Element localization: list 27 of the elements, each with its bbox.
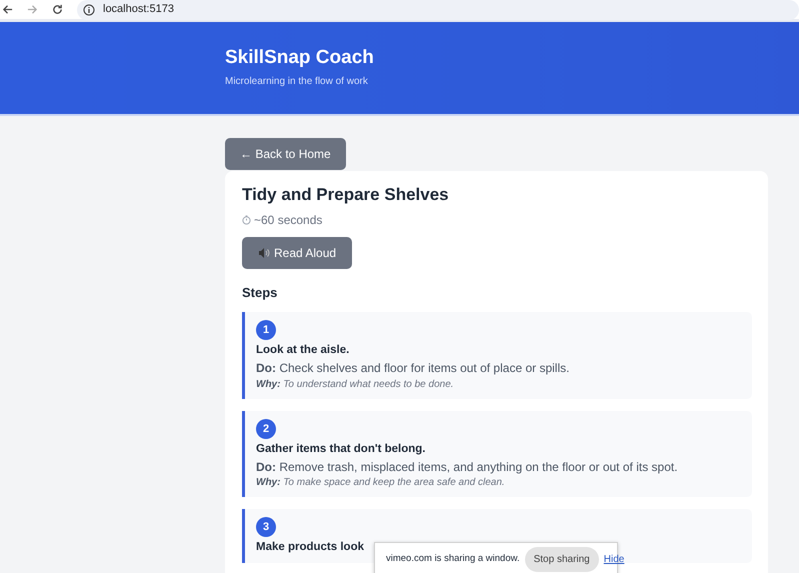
url-text: localhost:5173 <box>103 2 174 18</box>
info-icon[interactable] <box>83 4 95 16</box>
step-number: 3 <box>256 517 276 538</box>
back-arrow-icon[interactable] <box>2 4 13 15</box>
stopwatch-icon <box>242 215 251 226</box>
app-subtitle: Microlearning in the flow of work <box>225 74 369 89</box>
stop-sharing-button[interactable]: Stop sharing <box>524 546 599 572</box>
step-instruction: Do: Check shelves and floor for items out of place or spills. <box>256 361 570 377</box>
read-aloud-button[interactable]: Read Aloud <box>242 237 352 270</box>
step-number: 2 <box>256 418 276 439</box>
step-title: Look at the aisle. <box>256 343 350 358</box>
duration-text: ~60 seconds <box>254 212 322 230</box>
step-title: Make products look <box>256 540 365 556</box>
step-instruction: Do: Remove trash, misplaced items, and anything on the floor or out of its spot. <box>256 460 679 476</box>
step-reason: Why: To understand what needs to be done. <box>256 378 455 391</box>
steps-heading: Steps <box>242 285 278 302</box>
lesson-title: Tidy and Prepare Shelves <box>242 185 450 206</box>
step-title: Gather items that don't belong. <box>256 442 426 457</box>
reload-icon[interactable] <box>52 4 63 15</box>
address-bar[interactable]: localhost:5173 <box>77 0 799 20</box>
sharing-message: vimeo.com is sharing a window. <box>386 552 520 566</box>
step-reason: Why: To make space and keep the area safe and clean. <box>256 476 506 490</box>
speaker-icon <box>258 247 270 260</box>
back-to-home-button[interactable]: ← Back to Home <box>225 138 346 170</box>
app-title: SkillSnap Coach <box>225 47 375 70</box>
step-number: 1 <box>256 320 276 340</box>
hide-link[interactable]: Hide <box>604 552 624 566</box>
